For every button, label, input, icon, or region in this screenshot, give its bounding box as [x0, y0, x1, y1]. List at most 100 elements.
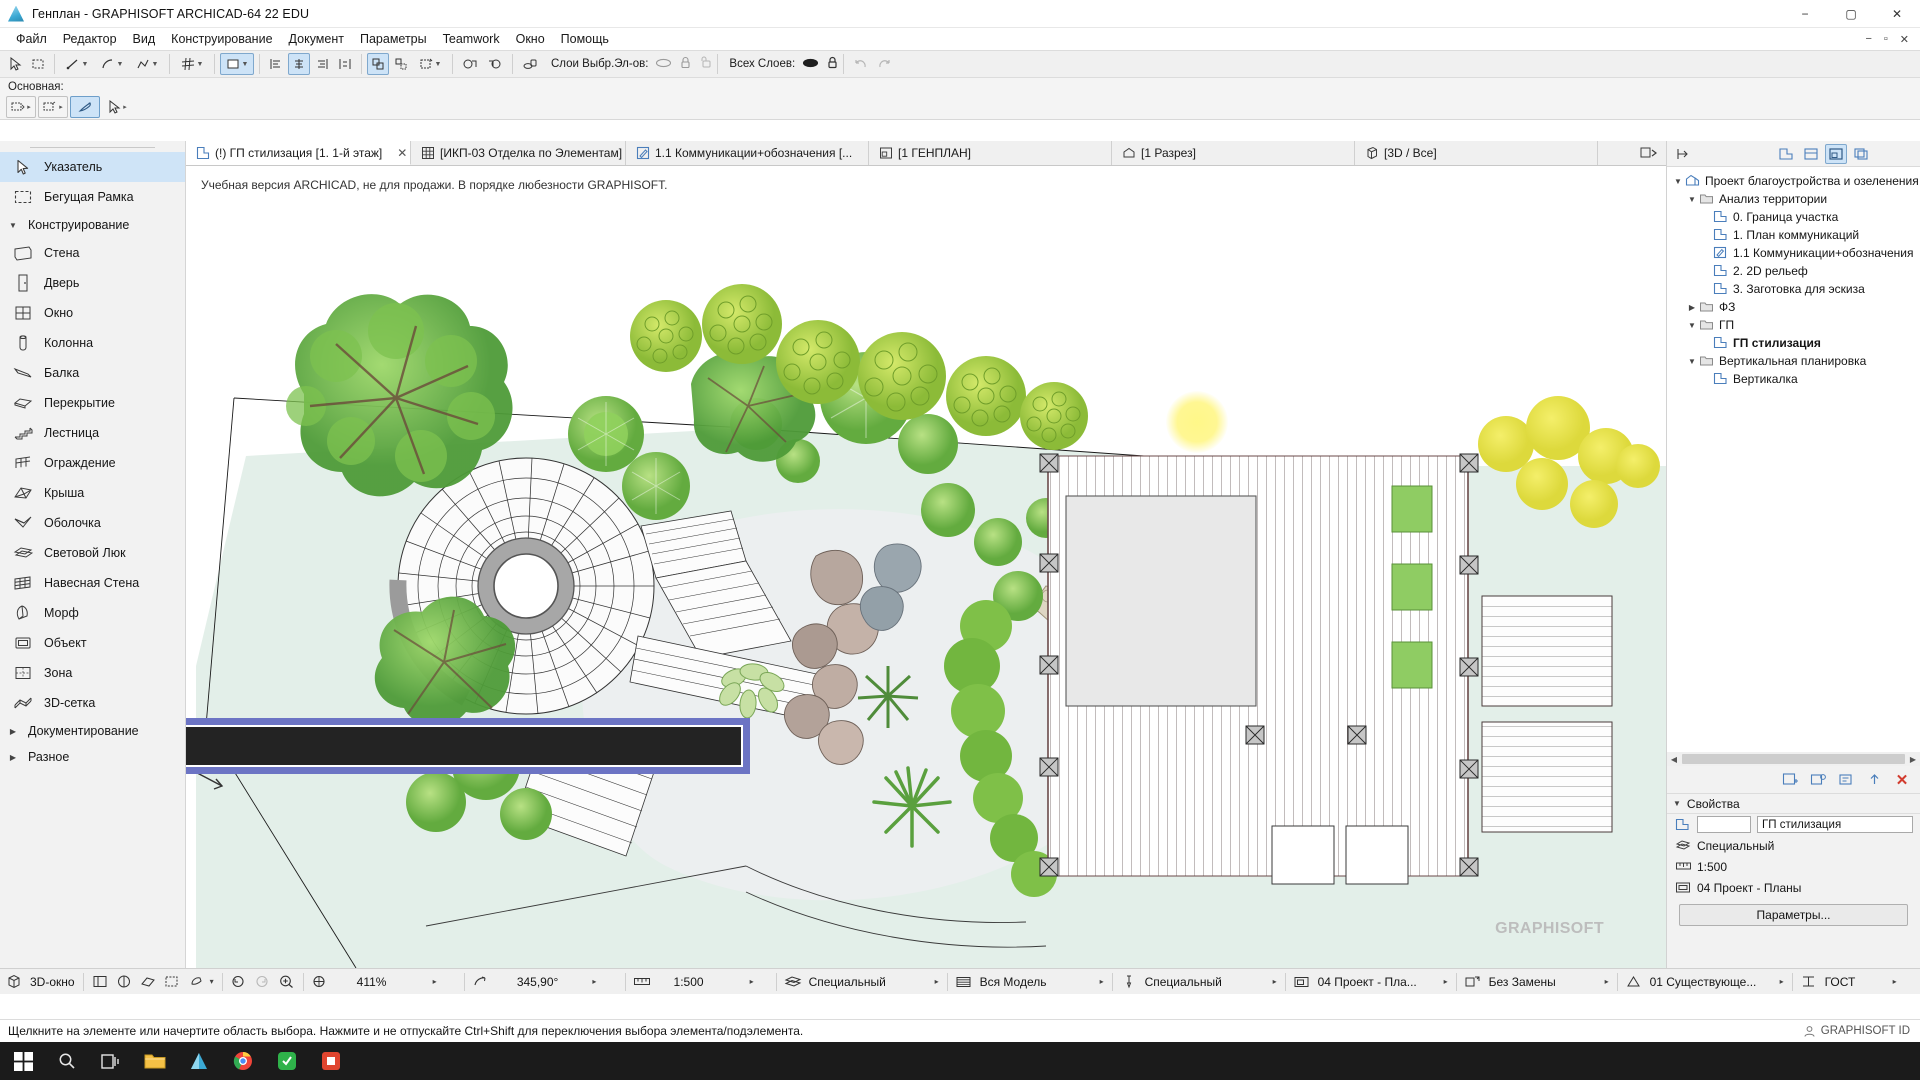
zoom-field[interactable]: 411% ▸	[332, 975, 460, 989]
undo-button[interactable]	[849, 53, 872, 75]
layout-book-icon[interactable]	[1825, 143, 1847, 164]
3d-styles-icon[interactable]	[112, 971, 136, 993]
tool-beam[interactable]: Балка	[0, 358, 185, 388]
drawing-order-back-button[interactable]	[483, 53, 507, 75]
tab-3d-all[interactable]: [3D / Все]	[1355, 141, 1598, 165]
scroll-right-icon[interactable]: ▶	[1906, 755, 1920, 764]
scrollbar-thumb[interactable]	[1682, 754, 1905, 764]
scale-field[interactable]: 1:500 ▸	[654, 975, 772, 989]
mdi-minimize-button[interactable]: −	[1860, 33, 1876, 46]
tree-node-project-root[interactable]: ▼ Проект благоустройства и озеленения	[1667, 172, 1920, 190]
navigator-horizontal-scrollbar[interactable]: ◀ ▶	[1667, 752, 1920, 766]
search-icon[interactable]	[46, 1042, 88, 1080]
3d-cutting-planes-icon[interactable]	[136, 971, 160, 993]
show-hide-layer-icon[interactable]	[655, 57, 672, 72]
partial-structure-icon[interactable]	[952, 971, 976, 993]
menu-window[interactable]: Окно	[508, 30, 553, 48]
clone-folder-icon[interactable]	[1808, 771, 1828, 789]
menu-document[interactable]: Документ	[281, 30, 352, 48]
show-all-layers-icon[interactable]	[802, 57, 819, 72]
fill-tool-button[interactable]: ▼	[220, 53, 254, 75]
model-view-icon[interactable]	[1290, 971, 1314, 993]
arc-tool-button[interactable]: ▼	[95, 53, 129, 75]
marquee-rect-button[interactable]: ▸	[6, 96, 36, 118]
tool-slab[interactable]: Перекрытие	[0, 388, 185, 418]
selection-rectangle[interactable]	[186, 718, 750, 774]
group-button[interactable]	[367, 53, 389, 75]
dimension-icon[interactable]	[1797, 971, 1821, 993]
layer-combination-field[interactable]: Специальный ▸	[805, 975, 943, 989]
file-explorer-icon[interactable]	[134, 1042, 176, 1080]
navigator-tree[interactable]: ▼ Проект благоустройства и озеленения ▼ …	[1667, 167, 1920, 752]
chevron-down-icon[interactable]: ▼	[1685, 357, 1699, 366]
polyline-tool-button[interactable]: ▼	[130, 53, 164, 75]
3d-window-label-field[interactable]: 3D-окно	[26, 975, 79, 989]
tree-node-fz-folder[interactable]: ▶ ФЗ	[1667, 298, 1920, 316]
graphisoft-id-status[interactable]: GRAPHISOFT ID	[1803, 1025, 1920, 1038]
menu-help[interactable]: Помощь	[553, 30, 617, 48]
model-view-field[interactable]: 04 Проект - Пла... ▸	[1314, 975, 1452, 989]
chevron-right-icon[interactable]: ▸	[433, 977, 437, 986]
chevron-down-icon[interactable]: ▼	[1671, 177, 1685, 186]
mdi-close-button[interactable]: ✕	[1895, 33, 1914, 46]
tool-column[interactable]: Колонна	[0, 328, 185, 358]
tree-node-site-boundary[interactable]: 0. Граница участка	[1667, 208, 1920, 226]
renovation-status-field[interactable]: 01 Существующе... ▸	[1646, 975, 1788, 989]
chevron-down-icon[interactable]: ▼	[1685, 321, 1699, 330]
ungroup-button[interactable]	[390, 53, 412, 75]
magic-wand-button[interactable]	[70, 96, 100, 118]
tree-node-sketch-base[interactable]: 3. Заготовка для эскиза	[1667, 280, 1920, 298]
start-button-icon[interactable]	[2, 1042, 44, 1080]
tree-node-utilities-annotated[interactable]: 1.1 Коммуникации+обозначения	[1667, 244, 1920, 262]
view-name-field[interactable]: ГП стилизация	[1757, 816, 1913, 833]
messenger-icon[interactable]	[266, 1042, 308, 1080]
tool-door[interactable]: Дверь	[0, 268, 185, 298]
chevron-right-icon[interactable]: ▸	[1273, 977, 1277, 986]
zoom-previous-icon[interactable]	[227, 971, 251, 993]
pen-set-icon[interactable]	[1117, 971, 1141, 993]
maximize-button[interactable]: ▢	[1828, 0, 1874, 28]
chevron-right-icon[interactable]: ▸	[1605, 977, 1609, 986]
chevron-right-icon[interactable]: ▸	[1444, 977, 1448, 986]
mdi-restore-button[interactable]: ▫	[1879, 33, 1893, 46]
menu-editor[interactable]: Редактор	[55, 30, 125, 48]
drawing-order-front-button[interactable]	[458, 53, 482, 75]
chevron-down-icon[interactable]: ▼	[1673, 799, 1681, 808]
menu-teamwork[interactable]: Teamwork	[435, 30, 508, 48]
tool-marquee[interactable]: Бегущая Рамка	[0, 182, 185, 212]
distribute-button[interactable]	[334, 53, 356, 75]
renovation-filter-icon[interactable]	[1461, 971, 1485, 993]
chevron-right-icon[interactable]: ▸	[1780, 977, 1784, 986]
wireframe-layer-icon[interactable]	[699, 56, 712, 72]
menu-design[interactable]: Конструирование	[163, 30, 280, 48]
zoom-next-icon[interactable]	[251, 971, 275, 993]
tree-node-gp-stylization[interactable]: ГП стилизация	[1667, 334, 1920, 352]
tool-railing[interactable]: Ограждение	[0, 448, 185, 478]
tree-node-site-analysis[interactable]: ▼ Анализ территории	[1667, 190, 1920, 208]
chevron-down-icon[interactable]: ▾	[210, 977, 214, 986]
menu-file[interactable]: Файл	[8, 30, 55, 48]
tree-node-vertikalka[interactable]: Вертикалка	[1667, 370, 1920, 388]
toolgroup-documentation[interactable]: ▶ Документирование	[0, 718, 185, 744]
arrow-tool-button[interactable]	[4, 53, 26, 75]
tool-curtain-wall[interactable]: Навесная Стена	[0, 568, 185, 598]
tool-arrow[interactable]: Указатель	[0, 152, 185, 182]
close-button[interactable]: ✕	[1874, 0, 1920, 28]
align-center-button[interactable]	[288, 53, 310, 75]
marquee-poly-button[interactable]: ▸	[38, 96, 68, 118]
minimize-button[interactable]: −	[1782, 0, 1828, 28]
toolgroup-misc[interactable]: ▶ Разное	[0, 744, 185, 770]
app-red-icon[interactable]	[310, 1042, 352, 1080]
tool-morph[interactable]: Морф	[0, 598, 185, 628]
unlock-all-layers-icon[interactable]	[827, 56, 838, 72]
properties-header[interactable]: ▼ Свойства	[1667, 794, 1920, 814]
scale-icon[interactable]	[630, 971, 654, 993]
project-map-icon[interactable]	[1775, 144, 1797, 164]
3d-window-icon[interactable]	[2, 971, 26, 993]
menu-view[interactable]: Вид	[125, 30, 164, 48]
paint-tool-field[interactable]: ▾	[184, 974, 218, 989]
tree-node-2d-relief[interactable]: 2. 2D рельеф	[1667, 262, 1920, 280]
navigator-back-icon[interactable]	[1672, 144, 1694, 164]
tool-skylight[interactable]: Световой Люк	[0, 538, 185, 568]
chevron-right-icon[interactable]: ▸	[750, 977, 754, 986]
